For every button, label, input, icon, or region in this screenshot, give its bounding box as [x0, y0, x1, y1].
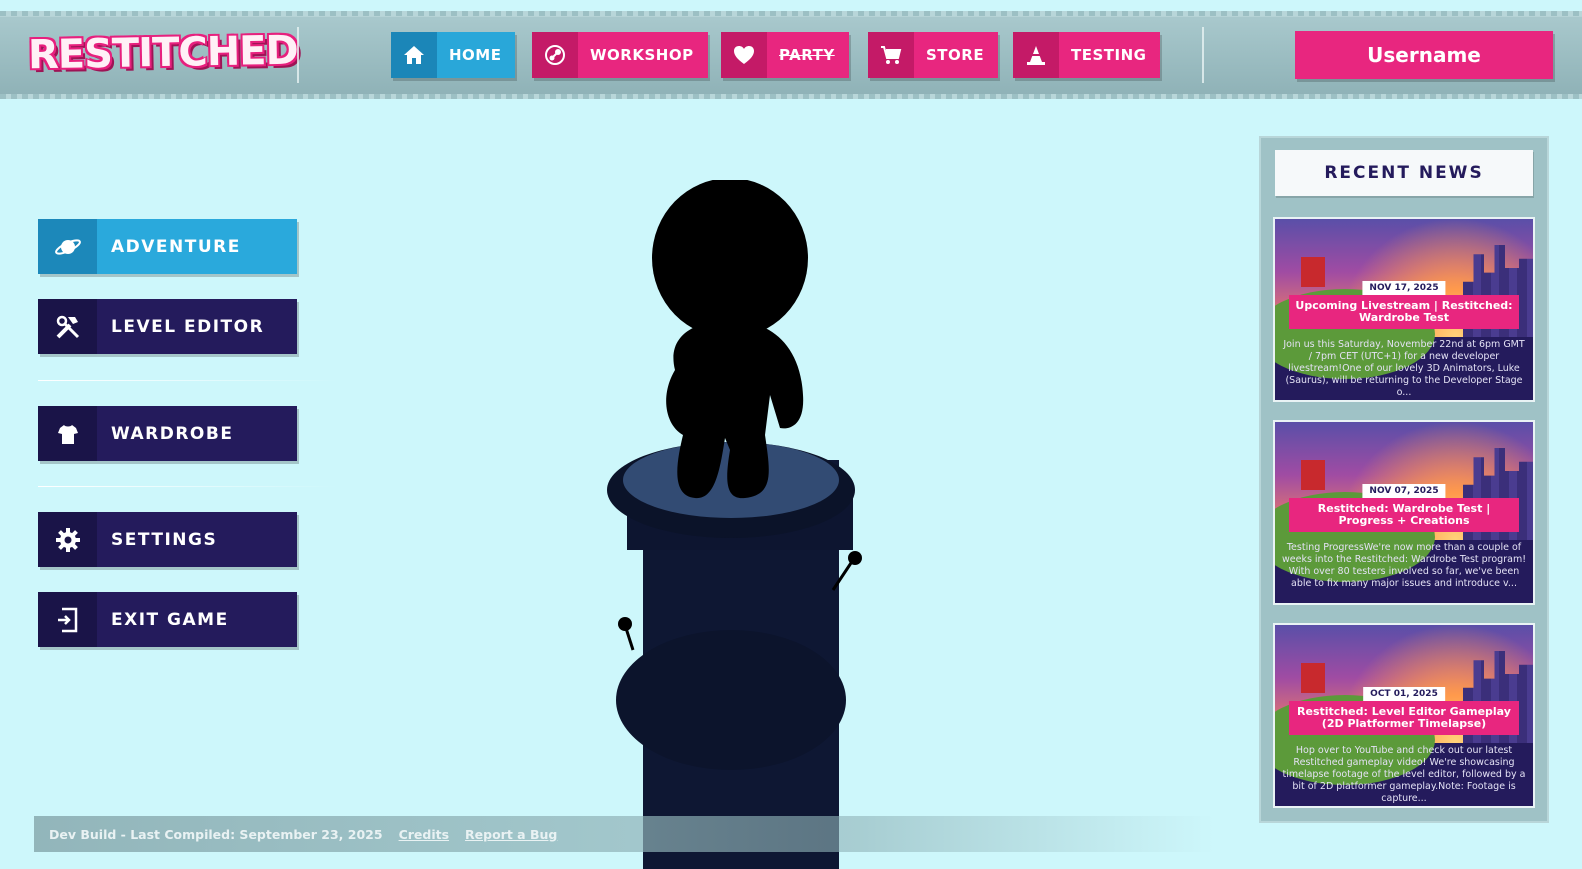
cone-icon	[1013, 32, 1059, 78]
barn-icon	[1301, 460, 1325, 490]
nav-home-label: HOME	[449, 46, 502, 64]
news-body: Hop over to YouTube and check out our la…	[1282, 745, 1526, 803]
planet-icon	[38, 219, 97, 274]
nav-workshop-button[interactable]: WORKSHOP	[532, 32, 708, 78]
exit-game-button[interactable]: EXIT GAME	[38, 592, 297, 647]
wardrobe-label: WARDROBE	[111, 423, 234, 444]
news-date: NOV 17, 2025	[1362, 281, 1446, 295]
heart-icon	[721, 32, 767, 78]
divider	[297, 27, 299, 83]
report-bug-link[interactable]: Report a Bug	[465, 827, 557, 842]
tools-icon	[38, 299, 97, 354]
news-title: Restitched: Level Editor Gameplay (2D Pl…	[1289, 701, 1519, 735]
shirt-icon	[38, 406, 97, 461]
credits-link[interactable]: Credits	[399, 827, 449, 842]
level-editor-button[interactable]: LEVEL EDITOR	[38, 299, 297, 354]
footer-bar: Dev Build - Last Compiled: September 23,…	[34, 816, 1214, 852]
nav-store-button[interactable]: STORE	[868, 32, 999, 78]
top-bar: RESTITCHED HOME WORKSHOP PARTY STORE TES…	[0, 11, 1582, 99]
steam-icon	[532, 32, 578, 78]
news-body: Join us this Saturday, November 22nd at …	[1283, 339, 1525, 397]
news-title: Restitched: Wardrobe Test | Progress + C…	[1289, 498, 1519, 532]
news-card[interactable]: NOV 17, 2025 Upcoming Livestream | Resti…	[1275, 219, 1533, 400]
settings-label: SETTINGS	[111, 529, 218, 550]
gear-icon	[38, 512, 97, 567]
menu-separator	[38, 486, 338, 487]
adventure-label: ADVENTURE	[111, 236, 241, 257]
nav-workshop-label: WORKSHOP	[590, 46, 694, 64]
wardrobe-button[interactable]: WARDROBE	[38, 406, 297, 461]
news-card[interactable]: OCT 01, 2025 Restitched: Level Editor Ga…	[1275, 625, 1533, 806]
build-info: Dev Build - Last Compiled: September 23,…	[49, 826, 383, 842]
level-editor-label: LEVEL EDITOR	[111, 316, 265, 337]
nav-party-label: PARTY	[779, 46, 835, 64]
barn-icon	[1301, 257, 1325, 287]
news-title: Upcoming Livestream | Restitched: Wardro…	[1289, 295, 1519, 329]
recent-news-heading: RECENT NEWS	[1275, 150, 1533, 196]
news-date: NOV 07, 2025	[1362, 484, 1446, 498]
character-silhouette	[607, 180, 862, 869]
cart-icon	[868, 32, 914, 78]
recent-news-panel: RECENT NEWS NOV 17, 2025 Upcoming Livest…	[1259, 136, 1549, 823]
exit-game-label: EXIT GAME	[111, 609, 229, 630]
nav-party-button[interactable]: PARTY	[721, 32, 849, 78]
exit-icon	[38, 592, 97, 647]
settings-button[interactable]: SETTINGS	[38, 512, 297, 567]
home-icon	[391, 32, 437, 78]
adventure-button[interactable]: ADVENTURE	[38, 219, 297, 274]
news-date: OCT 01, 2025	[1363, 687, 1445, 701]
news-body: Testing ProgressWe're now more than a co…	[1281, 542, 1527, 589]
username-button[interactable]: Username	[1295, 31, 1553, 79]
nav-home-button[interactable]: HOME	[391, 32, 516, 78]
barn-icon	[1301, 663, 1325, 693]
menu-separator	[38, 380, 338, 381]
nav-testing-label: TESTING	[1071, 46, 1147, 64]
restitched-logo: RESTITCHED	[27, 27, 299, 79]
news-card[interactable]: NOV 07, 2025 Restitched: Wardrobe Test |…	[1275, 422, 1533, 603]
nav-store-label: STORE	[926, 46, 985, 64]
divider	[1202, 27, 1204, 83]
nav-testing-button[interactable]: TESTING	[1013, 32, 1161, 78]
